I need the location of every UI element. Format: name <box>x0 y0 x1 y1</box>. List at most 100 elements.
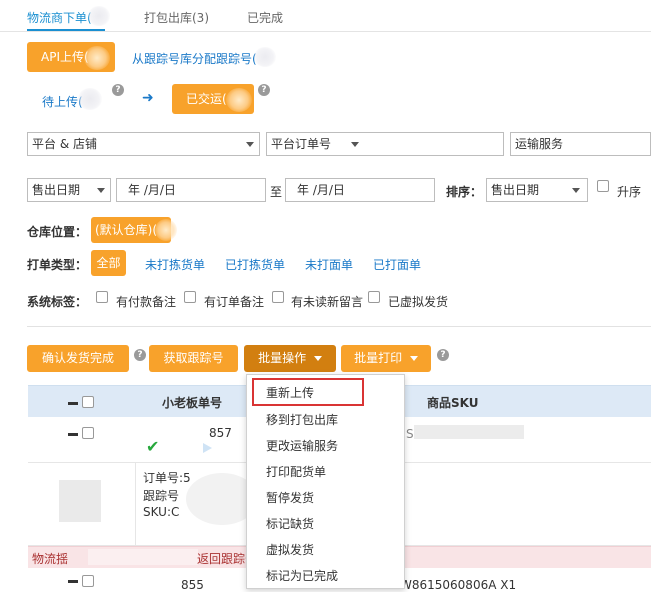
print-type-picked-link[interactable]: 已打拣货单 <box>225 256 285 273</box>
detail-tracking-no: 跟踪号 <box>143 489 180 503</box>
batch-operations-button[interactable]: 批量操作 <box>244 345 336 372</box>
system-tags-label: 系统标签： <box>27 295 88 309</box>
active-tab-indicator <box>27 29 105 31</box>
menu-item-mark-complete[interactable]: 标记为已完成 <box>266 567 338 584</box>
flag-icon <box>203 443 212 453</box>
blurred-area <box>88 549 198 565</box>
sale-date-value: 售出日期 <box>32 183 81 197</box>
blurred-count <box>78 88 102 110</box>
help-icon[interactable]: ? <box>134 349 146 361</box>
row-checkbox[interactable] <box>82 575 94 587</box>
get-tracking-label: 获取跟踪号 <box>163 351 224 365</box>
select-all-checkbox[interactable] <box>82 396 94 408</box>
pending-upload-link[interactable]: 待上传( <box>42 93 83 110</box>
confirm-ship-button[interactable]: 确认发货完成 <box>27 345 129 372</box>
error-prefix: 物流揺 <box>32 552 69 566</box>
batch-operations-label: 批量操作 <box>258 351 307 365</box>
batch-operations-menu: 重新上传 移到打包出库 更改运输服务 打印配货单 暂停发货 标记缺货 虚拟发货 … <box>246 374 405 589</box>
chevron-down-icon <box>246 142 254 147</box>
tab-pack-outbound[interactable]: 打包出库(3) <box>144 9 209 26</box>
assign-tracking-link[interactable]: 从跟踪号库分配跟踪号( <box>132 50 257 67</box>
caret-down-icon <box>313 356 322 361</box>
tag-virtual-shipped-label: 已虚拟发货 <box>388 295 449 309</box>
api-upload-label: API上传( <box>41 50 89 64</box>
help-icon[interactable]: ? <box>437 349 449 361</box>
tag-order-note-label: 有订单备注 <box>204 295 265 309</box>
blurred-sku <box>414 425 524 439</box>
top-tabs: 物流商下单( 打包出库(3) 已完成 <box>0 0 651 32</box>
sort-value: 售出日期 <box>491 183 540 197</box>
menu-item-virtual-ship[interactable]: 虚拟发货 <box>266 541 314 558</box>
menu-item-change-shipping[interactable]: 更改运输服务 <box>266 437 338 454</box>
order-id: 857 <box>209 426 232 440</box>
arrow-right-icon: ➜ <box>142 90 154 106</box>
tab-logistics-order[interactable]: 物流商下单( <box>27 9 92 26</box>
print-type-all-button[interactable]: 全部 <box>91 250 126 276</box>
warehouse-label: 仓库位置： <box>27 225 88 239</box>
collapse-all-icon[interactable] <box>68 402 78 405</box>
tag-payment-note-label: 有付款备注 <box>116 295 177 309</box>
check-icon: ✔ <box>146 437 160 456</box>
print-type-unpicked-link[interactable]: 未打拣货单 <box>145 256 205 273</box>
tag-order-note-checkbox[interactable] <box>184 291 196 303</box>
sort-label: 排序： <box>446 185 483 199</box>
divider <box>27 326 651 327</box>
print-type-label: 打单类型： <box>27 258 88 272</box>
blurred-count <box>254 47 276 67</box>
platform-store-value: 平台 & 店铺 <box>32 137 97 151</box>
ascending-checkbox[interactable] <box>597 180 609 192</box>
date-range-separator: 至 <box>270 185 283 199</box>
start-date-placeholder: 年 /月/日 <box>128 183 176 197</box>
blurred-count <box>84 46 110 70</box>
end-date-placeholder: 年 /月/日 <box>297 183 345 197</box>
chevron-down-icon <box>572 188 580 193</box>
print-type-unlabeled-link[interactable]: 未打面单 <box>305 256 353 273</box>
print-type-all-label: 全部 <box>96 256 121 270</box>
blurred-count <box>88 6 110 26</box>
shipping-service-value: 运输服务 <box>515 137 564 151</box>
tag-unread-message-checkbox[interactable] <box>272 291 284 303</box>
tab-completed[interactable]: 已完成 <box>247 9 283 26</box>
print-type-labeled-link[interactable]: 已打面单 <box>373 256 421 273</box>
delivered-label: 已交运( <box>186 92 227 106</box>
batch-print-label: 批量打印 <box>354 351 403 365</box>
help-icon[interactable]: ? <box>258 84 270 96</box>
menu-item-move-to-pack[interactable]: 移到打包出库 <box>266 411 338 428</box>
chevron-down-icon <box>351 142 359 147</box>
platform-order-value: 平台订单号 <box>271 137 332 151</box>
collapse-row-icon[interactable] <box>68 580 78 583</box>
product-thumbnail <box>59 480 101 522</box>
tag-payment-note-checkbox[interactable] <box>96 291 108 303</box>
confirm-ship-label: 确认发货完成 <box>41 351 114 365</box>
caret-down-icon <box>409 356 418 361</box>
platform-store-select[interactable]: 平台 & 店铺 <box>27 132 260 156</box>
warehouse-value: (默认仓库)( <box>95 223 158 237</box>
header-sku: 商品SKU <box>427 396 479 410</box>
platform-order-select[interactable]: 平台订单号 <box>266 132 504 156</box>
blurred-count <box>226 88 252 112</box>
tag-unread-message-label: 有未读新留言 <box>291 295 364 309</box>
blurred-count <box>155 219 177 241</box>
sku-partial: S <box>406 427 414 441</box>
menu-item-pause-shipping[interactable]: 暂停发货 <box>266 489 314 506</box>
end-date-input[interactable]: 年 /月/日 <box>285 178 435 202</box>
collapse-row-icon[interactable] <box>68 433 78 436</box>
ascending-label: 升序 <box>617 185 642 199</box>
menu-item-reupload[interactable]: 重新上传 <box>266 384 314 401</box>
shipping-service-select[interactable]: 运输服务 <box>510 132 651 156</box>
help-icon[interactable]: ? <box>112 84 124 96</box>
header-order-no: 小老板单号 <box>162 396 223 410</box>
menu-item-print-picklist[interactable]: 打印配货单 <box>266 463 326 480</box>
get-tracking-button[interactable]: 获取跟踪号 <box>149 345 238 372</box>
menu-item-mark-out-of-stock[interactable]: 标记缺货 <box>266 515 314 532</box>
start-date-input[interactable]: 年 /月/日 <box>116 178 266 202</box>
detail-sku: SKU:C <box>143 505 180 519</box>
batch-print-button[interactable]: 批量打印 <box>341 345 431 372</box>
detail-order-no: 订单号:5 <box>143 471 191 485</box>
row-checkbox[interactable] <box>82 427 94 439</box>
chevron-down-icon <box>97 188 105 193</box>
tag-virtual-shipped-checkbox[interactable] <box>368 291 380 303</box>
column-divider <box>135 463 136 546</box>
sku-value: W8615060806A X1 <box>400 578 517 592</box>
order-id: 855 <box>181 578 204 592</box>
